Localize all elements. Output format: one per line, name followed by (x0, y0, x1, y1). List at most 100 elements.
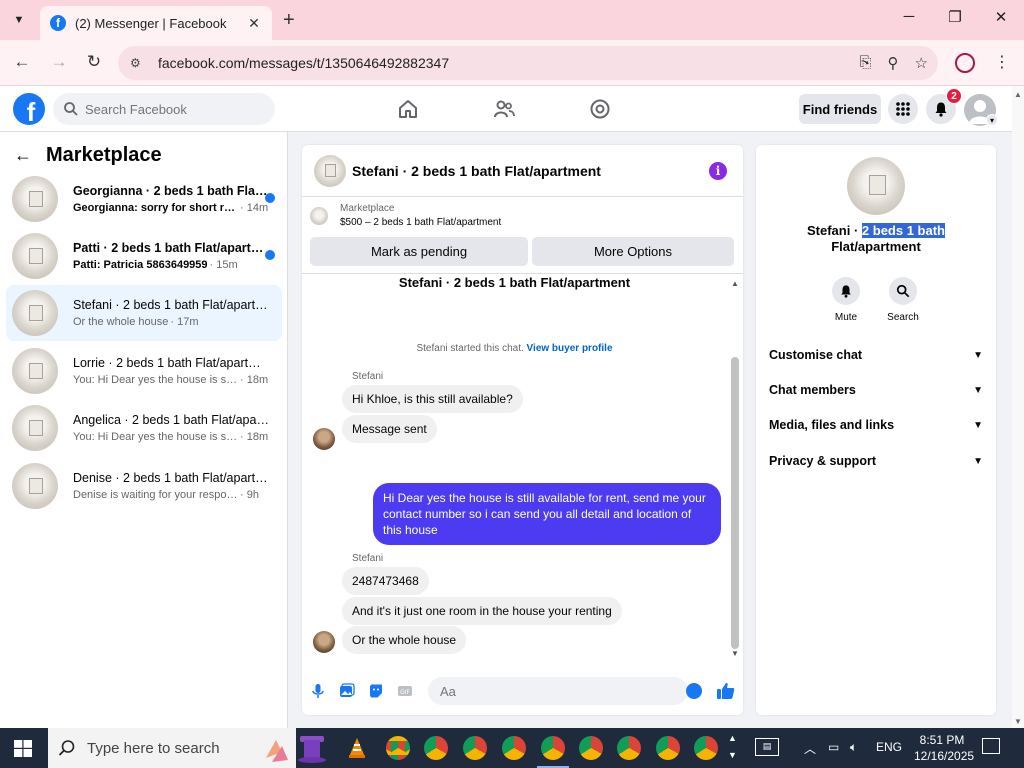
chrome-icon[interactable] (656, 736, 680, 760)
chrome-icon[interactable] (424, 736, 448, 760)
mark-as-pending-button[interactable]: Mark as pending (310, 237, 528, 266)
conversation-item[interactable]: Georgianna · 2 beds 1 bath Flat/a... Geo… (6, 171, 282, 227)
outgoing-message: Hi Dear yes the house is still available… (373, 483, 721, 545)
volume-icon[interactable]: 🔈︎ (850, 740, 857, 755)
page-scrollbar[interactable]: ▲ ▼ (1012, 86, 1024, 728)
conversation-item[interactable]: Lorrie · 2 beds 1 bath Flat/apartment Yo… (6, 343, 282, 399)
conversation-item[interactable]: Angelica · 2 beds 1 bath Flat/apart... Y… (6, 400, 282, 456)
conversation-item-active[interactable]: Stefani · 2 beds 1 bath Flat/apartm... O… (6, 285, 282, 341)
scroll-down-arrow-icon[interactable]: ▼ (730, 649, 740, 658)
browser-tab-messenger[interactable]: f (2) Messenger | Facebook ✕ (40, 6, 272, 40)
reload-icon[interactable]: ↻ (83, 52, 105, 72)
chat-listing-thumbnail[interactable] (314, 154, 346, 187)
conversation-name: Lorrie · 2 beds 1 bath Flat/apartment (73, 356, 269, 370)
facebook-search-input[interactable] (85, 101, 255, 117)
thumbs-up-icon[interactable] (716, 681, 736, 701)
facebook-logo-icon[interactable]: f (13, 93, 45, 125)
back-arrow-icon[interactable]: ← (11, 52, 33, 72)
taskbar-scroll-arrows-icon[interactable]: ▲ ▼ (728, 730, 737, 764)
window-close-icon[interactable]: ✕ (986, 8, 1016, 26)
media-files-links-row[interactable]: Media, files and links ▼ (769, 415, 983, 435)
zoom-icon[interactable]: ⚲ (888, 54, 899, 72)
incoming-message: And it's it just one room in the house y… (342, 597, 622, 625)
incoming-message: Or the whole house (342, 626, 467, 654)
chrome-icon[interactable] (386, 736, 410, 760)
find-friends-button[interactable]: Find friends (799, 94, 881, 124)
vlc-icon[interactable] (345, 736, 369, 760)
search-label: Search (887, 312, 919, 323)
marketplace-label: Marketplace (340, 203, 395, 214)
conversation-time: · 9h (240, 489, 259, 501)
conversation-preview: Georgianna: sorry for short resp... (73, 202, 238, 214)
search-highlight-decoration-icon (266, 736, 326, 763)
show-hidden-icons-icon[interactable]: ︿ (804, 740, 816, 757)
mute-button[interactable]: Mute (821, 277, 871, 323)
windows-start-icon[interactable] (14, 740, 32, 757)
chrome-icon[interactable] (502, 736, 526, 760)
new-tab-plus-icon[interactable]: + (283, 9, 295, 32)
browser-menu-icon[interactable]: ⋮ (994, 52, 1010, 72)
scroll-down-arrow-icon[interactable]: ▼ (1014, 717, 1022, 726)
chrome-icon[interactable] (579, 736, 603, 760)
address-bar[interactable]: ⚙ facebook.com/messages/t/13506464928823… (118, 46, 938, 80)
more-options-button[interactable]: More Options (532, 237, 734, 266)
sticker-icon[interactable] (368, 683, 384, 699)
chevron-down-icon: ▼ (973, 419, 983, 431)
conversation-name: Angelica · 2 beds 1 bath Flat/apart... (73, 413, 269, 427)
conversation-item[interactable]: Denise · 2 beds 1 bath Flat/apartm... De… (6, 458, 282, 514)
chat-scrollbar[interactable]: ▲ ▼ (730, 279, 740, 659)
message-input[interactable] (428, 677, 688, 705)
chrome-icon[interactable] (617, 736, 641, 760)
sender-avatar[interactable] (313, 631, 335, 653)
network-icon[interactable]: ▭ (828, 740, 839, 754)
conversation-avatar[interactable] (847, 157, 905, 215)
site-info-icon[interactable]: ⚙ (130, 56, 148, 70)
maximize-icon[interactable]: ❐ (940, 8, 970, 26)
taskbar-clock[interactable]: 8:51 PM 12/16/2025 (914, 732, 974, 764)
gaming-icon[interactable] (589, 98, 611, 120)
sender-avatar[interactable] (313, 428, 335, 450)
scroll-up-arrow-icon[interactable]: ▲ (730, 279, 740, 288)
conversation-item[interactable]: Patti · 2 beds 1 bath Flat/apartm... Pat… (6, 228, 282, 284)
view-buyer-profile-link[interactable]: View buyer profile (527, 343, 613, 354)
info-icon[interactable]: i (709, 162, 727, 180)
customise-chat-row[interactable]: Customise chat ▼ (769, 345, 983, 365)
chrome-icon[interactable] (694, 736, 718, 760)
friends-icon[interactable] (493, 98, 515, 120)
microphone-icon[interactable] (310, 683, 326, 699)
marketplace-listing-row[interactable]: Marketplace $500 – 2 beds 1 bath Flat/ap… (310, 203, 501, 228)
scroll-thumb[interactable] (731, 357, 739, 649)
listing-price: $500 – 2 beds 1 bath Flat/apartment (340, 217, 502, 228)
conversation-time: · 18m (240, 374, 269, 386)
search-icon (58, 740, 75, 756)
bookmark-star-icon[interactable]: ☆ (915, 54, 928, 72)
privacy-support-row[interactable]: Privacy & support ▼ (769, 451, 983, 471)
unread-dot (265, 193, 275, 203)
install-app-icon[interactable]: ⎘ (860, 54, 872, 72)
account-chevron-icon[interactable]: ▾ (986, 114, 998, 126)
clock-time: 8:51 PM (919, 733, 965, 747)
scroll-up-arrow-icon[interactable]: ▲ (1014, 90, 1022, 99)
tab-search-chevron-icon[interactable]: ▼ (10, 12, 28, 28)
emoji-icon[interactable] (686, 683, 702, 699)
chrome-icon-active[interactable] (537, 736, 569, 768)
browser-profile-icon[interactable] (955, 53, 975, 73)
tab-close-icon[interactable]: ✕ (246, 15, 262, 32)
menu-grid-icon[interactable] (888, 94, 918, 124)
photo-icon[interactable] (339, 683, 355, 699)
home-icon[interactable] (397, 98, 419, 120)
gif-icon[interactable]: GIF (397, 683, 413, 699)
language-indicator[interactable]: ENG (876, 740, 902, 754)
back-arrow-icon[interactable]: ← (14, 145, 32, 166)
facebook-search[interactable] (53, 93, 275, 125)
minimize-icon[interactable]: ─ (894, 8, 924, 25)
notifications-center-icon[interactable] (982, 738, 1000, 754)
keyboard-icon[interactable]: ▤ (755, 738, 779, 756)
chat-members-row[interactable]: Chat members ▼ (769, 380, 983, 400)
chrome-icon[interactable] (463, 736, 487, 760)
forward-arrow-icon[interactable]: → (48, 52, 70, 72)
conversation-name: Georgianna · 2 beds 1 bath Flat/a... (73, 184, 269, 198)
chat-title[interactable]: Stefani · 2 beds 1 bath Flat/apartment (352, 163, 601, 179)
conversation-name: Stefani · 2 beds 1 bath Flat/apartm... (73, 298, 269, 312)
search-in-conversation-button[interactable]: Search (878, 277, 928, 323)
